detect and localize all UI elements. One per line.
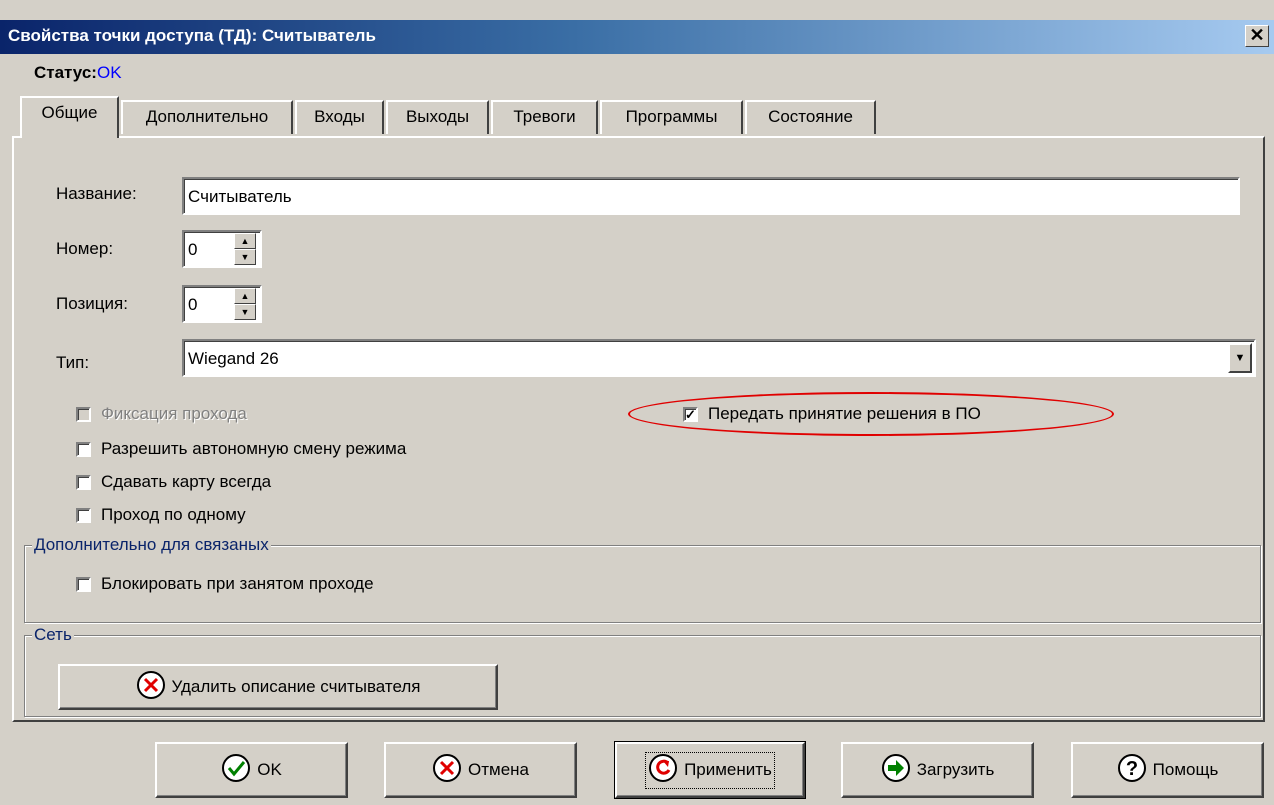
annotation-ellipse (628, 392, 1114, 436)
tab-programs-label: Программы (625, 107, 718, 126)
type-value: Wiegand 26 (188, 349, 279, 368)
tab-inputs[interactable]: Входы (295, 100, 384, 134)
cancel-button[interactable]: Отмена (384, 742, 577, 798)
tab-outputs-label: Выходы (405, 107, 470, 126)
delete-reader-label: Удалить описание считывателя (171, 677, 421, 696)
load-button[interactable]: Загрузить (841, 742, 1034, 798)
help-label: Помощь (1152, 760, 1219, 779)
cancel-label: Отмена (468, 760, 529, 779)
apply-focus: Применить (645, 751, 775, 789)
checkbox-autonomous-box (76, 441, 91, 457)
apply-label: Применить (684, 760, 772, 779)
network-group-title: Сеть (32, 625, 74, 645)
refresh-icon (648, 753, 678, 788)
tab-state-label: Состояние (768, 107, 853, 126)
checkmark-icon (221, 753, 251, 788)
tab-general[interactable]: Общие (20, 96, 119, 138)
checkbox-card-always-label: Сдавать карту всегда (101, 472, 272, 491)
svg-text:?: ? (1126, 758, 1138, 780)
checkbox-one-by-one-label: Проход по одному (101, 505, 246, 524)
linked-group-title: Дополнительно для связаных (32, 535, 271, 555)
tab-programs[interactable]: Программы (600, 100, 743, 134)
tab-alarms-label: Тревоги (513, 107, 576, 126)
number-label: Номер: (56, 239, 114, 258)
position-down-button[interactable]: ▼ (234, 304, 256, 320)
checkbox-fix-pass[interactable]: Фиксация прохода (76, 404, 247, 424)
checkbox-one-by-one-box (76, 507, 91, 523)
load-label: Загрузить (916, 760, 995, 779)
name-label: Название: (56, 184, 137, 203)
tab-alarms[interactable]: Тревоги (491, 100, 598, 134)
position-label: Позиция: (56, 294, 128, 313)
type-label: Тип: (56, 353, 90, 372)
tab-additional-label: Дополнительно (145, 107, 269, 126)
delete-icon (136, 670, 166, 705)
checkbox-autonomous-label: Разрешить автономную смену режима (101, 439, 407, 458)
type-select[interactable]: Wiegand 26 (182, 339, 1256, 377)
checkbox-card-always[interactable]: Сдавать карту всегда (76, 472, 271, 492)
tab-additional[interactable]: Дополнительно (121, 100, 293, 134)
close-icon: ✕ (1249, 25, 1265, 45)
checkbox-one-by-one[interactable]: Проход по одному (76, 505, 246, 525)
arrow-right-icon (881, 753, 911, 788)
window-title: Свойства точки доступа (ТД): Считыватель (8, 26, 376, 45)
ok-label: OK (257, 760, 282, 779)
number-up-button[interactable]: ▲ (234, 233, 256, 249)
checkbox-fix-pass-box (76, 406, 91, 422)
close-button[interactable]: ✕ (1245, 25, 1269, 47)
checkbox-card-always-box (76, 474, 91, 490)
delete-reader-button[interactable]: Удалить описание считывателя (58, 664, 498, 710)
checkbox-fix-pass-label: Фиксация прохода (101, 404, 247, 423)
checkbox-block-busy[interactable]: Блокировать при занятом проходе (76, 574, 374, 594)
position-value: 0 (188, 295, 198, 314)
apply-button[interactable]: Применить (614, 741, 806, 799)
tab-general-label: Общие (41, 103, 98, 122)
tab-inputs-label: Входы (314, 107, 365, 126)
ok-button[interactable]: OK (155, 742, 348, 798)
tab-outputs[interactable]: Выходы (386, 100, 489, 134)
tab-state[interactable]: Состояние (745, 100, 876, 134)
status-value: OK (97, 63, 122, 82)
checkbox-block-busy-label: Блокировать при занятом проходе (101, 574, 374, 593)
checkbox-autonomous[interactable]: Разрешить автономную смену режима (76, 439, 406, 459)
cancel-icon (432, 753, 462, 788)
name-input[interactable]: Считыватель (182, 177, 1240, 215)
chevron-down-icon[interactable]: ▼ (1228, 343, 1252, 373)
number-down-button[interactable]: ▼ (234, 249, 256, 265)
position-up-button[interactable]: ▲ (234, 288, 256, 304)
help-button[interactable]: ? Помощь (1071, 742, 1264, 798)
number-value: 0 (188, 240, 198, 259)
help-icon: ? (1117, 753, 1147, 788)
status-label: Статус: (34, 63, 97, 82)
checkbox-block-busy-box (76, 576, 91, 592)
